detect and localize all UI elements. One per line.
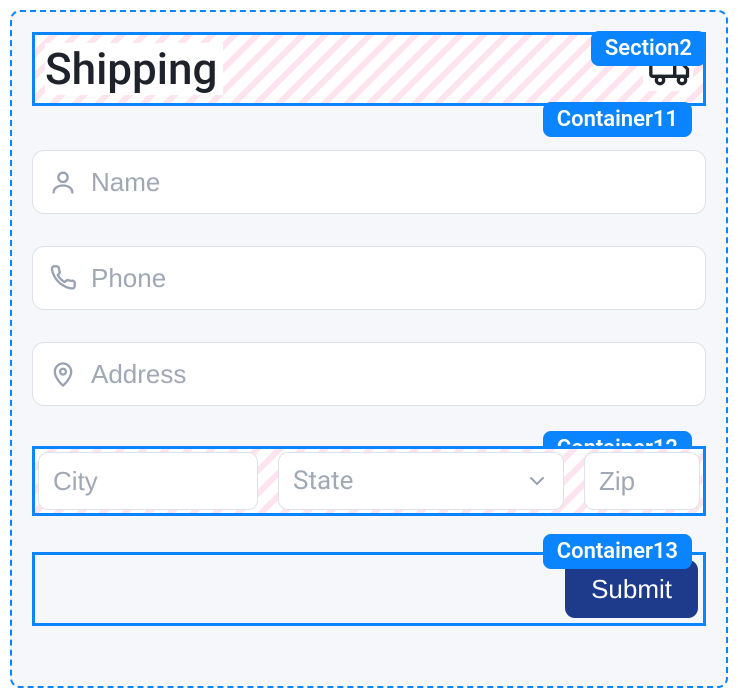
phone-input[interactable] <box>91 263 689 294</box>
city-state-zip-row: State <box>32 446 706 516</box>
tag-section2: Section2 <box>591 31 706 66</box>
name-row <box>32 150 706 214</box>
zip-input[interactable] <box>599 466 685 497</box>
address-row <box>32 342 706 406</box>
name-input[interactable] <box>91 167 689 198</box>
tag-container11: Container11 <box>543 102 692 137</box>
tag-container13: Container13 <box>543 534 692 569</box>
state-placeholder: State <box>293 466 353 496</box>
city-input[interactable] <box>53 466 243 497</box>
shipping-panel: Shipping Section2 Container11 <box>10 10 728 688</box>
state-select[interactable]: State <box>278 452 564 510</box>
city-cell <box>38 452 258 510</box>
address-input[interactable] <box>91 359 689 390</box>
pin-icon <box>49 360 77 388</box>
section-header: Shipping Section2 <box>32 32 706 106</box>
chevron-down-icon <box>525 469 549 493</box>
zip-cell <box>584 452 700 510</box>
phone-icon <box>49 264 77 292</box>
phone-row <box>32 246 706 310</box>
person-icon <box>49 168 77 196</box>
section-title: Shipping <box>45 43 223 95</box>
